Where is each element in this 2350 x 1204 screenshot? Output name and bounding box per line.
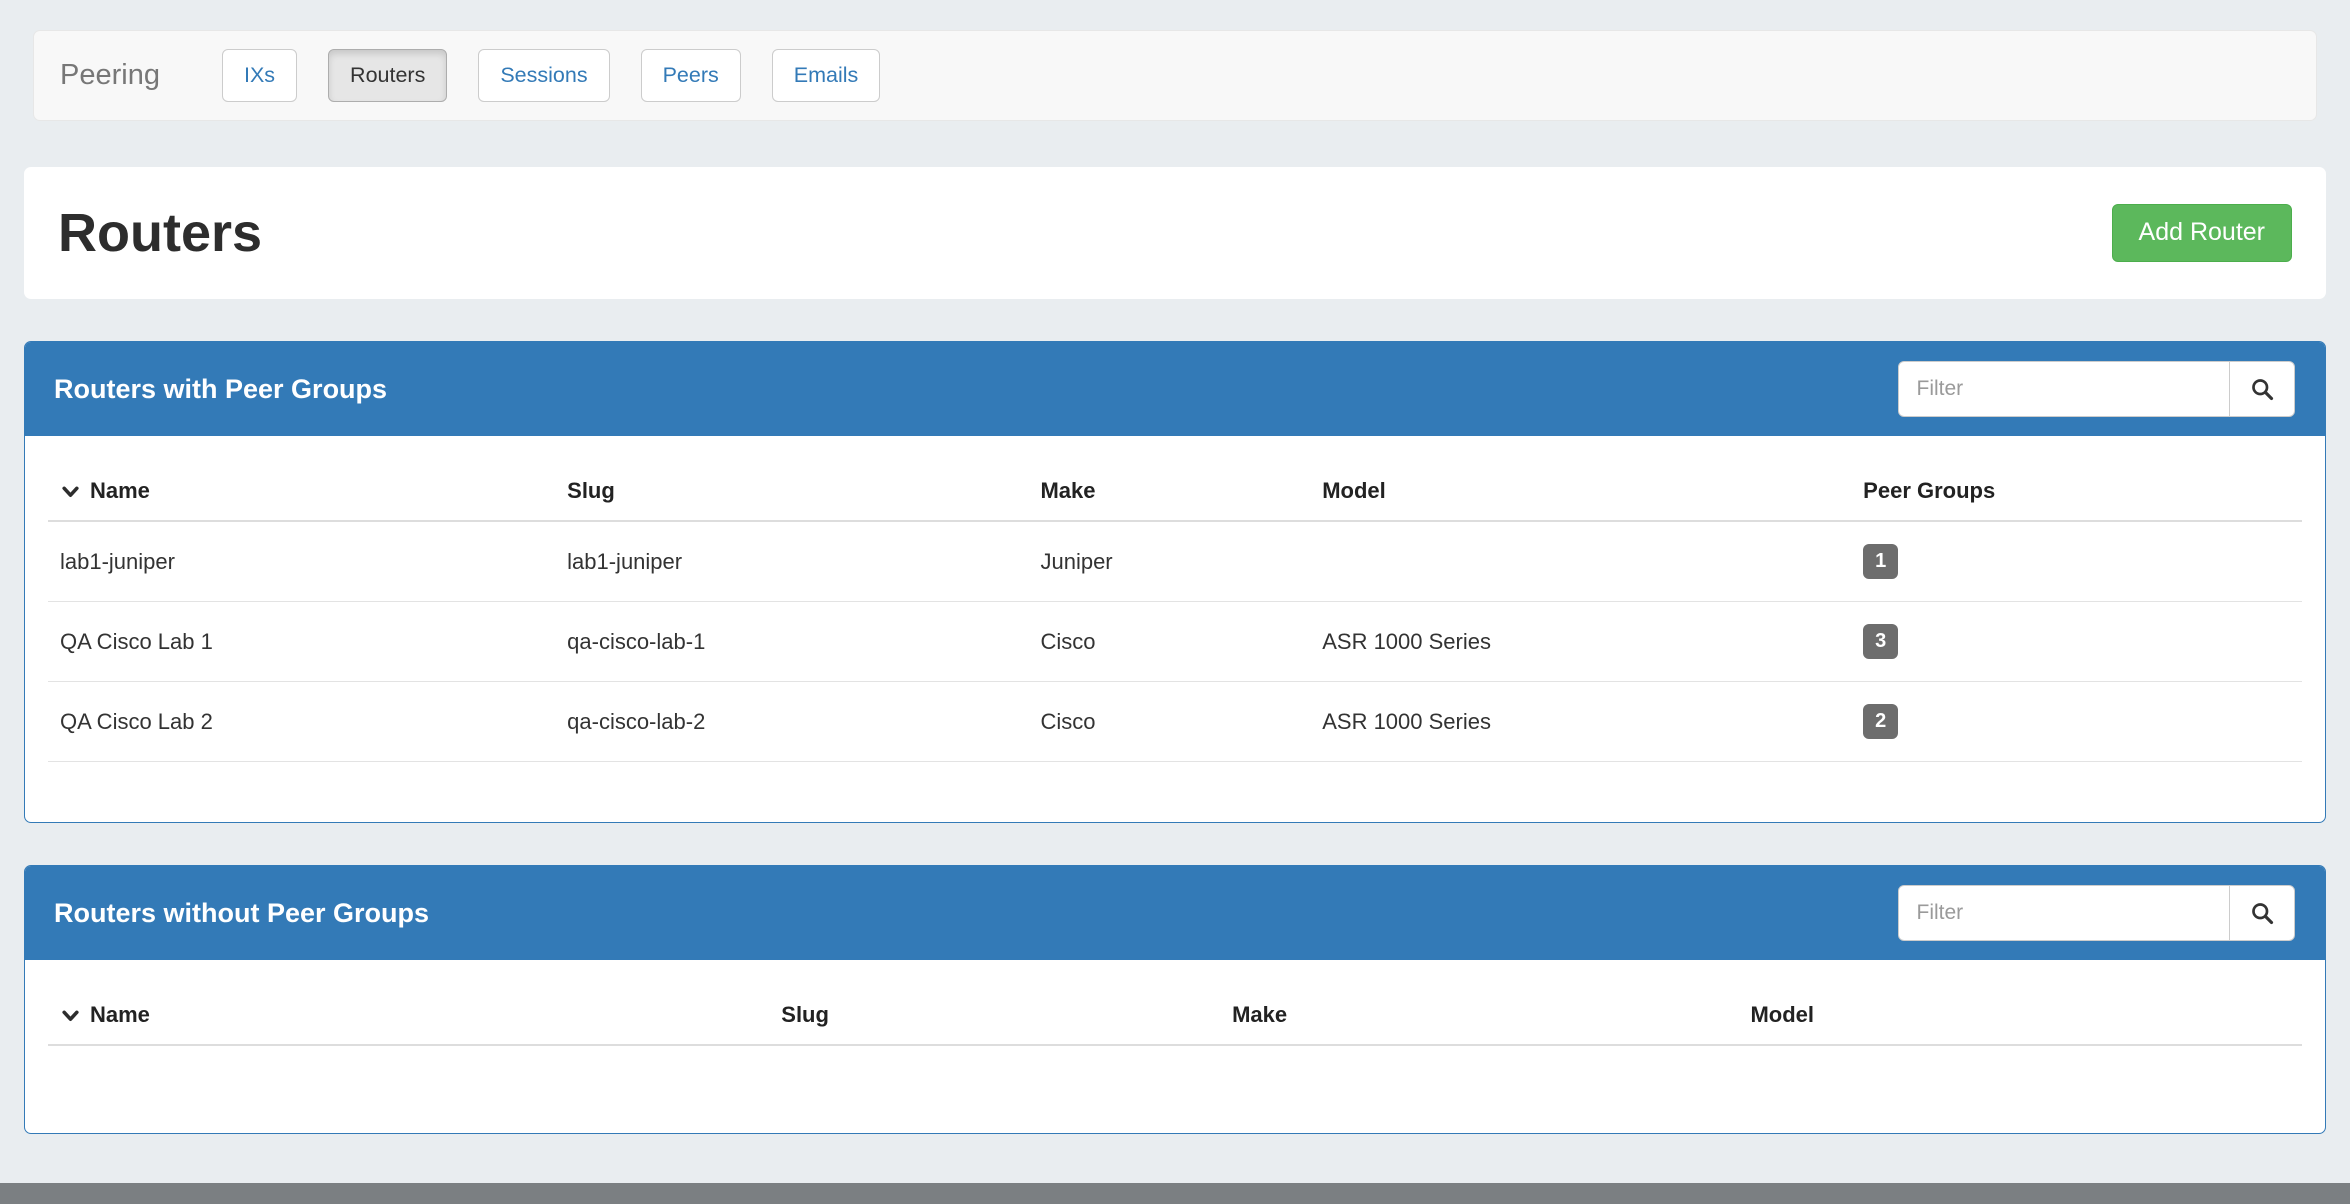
peer-group-count-badge: 3 [1863,624,1898,659]
column-header-label: Name [90,1002,150,1027]
panel-title: Routers with Peer Groups [54,374,387,405]
sort-chevron-down-icon [60,1005,81,1026]
routers-without-peer-groups-table: Name SlugMakeModel [48,986,2302,1073]
navbar-items: IXs Routers Sessions Peers Emails [222,49,911,103]
table-header-row: Name SlugMakeModel [48,986,2302,1045]
sort-chevron-down-icon [60,481,81,502]
column-header-peer-groups[interactable]: Peer Groups [1851,462,2302,521]
add-router-button[interactable]: Add Router [2112,204,2292,262]
cell-model [1310,521,1851,602]
cell-model: ASR 1000 Series [1310,602,1851,682]
cell-slug: qa-cisco-lab-1 [555,602,1028,682]
column-header-make[interactable]: Make [1028,462,1310,521]
screen-bottom-edge [0,1183,2350,1204]
page: Peering IXs Routers Sessions Peers Emails Ro… [0,0,2350,1183]
panel-title: Routers without Peer Groups [54,898,429,929]
cell-make: Juniper [1028,521,1310,602]
main-container: Routers Add Router Routers with Peer Gro… [24,167,2326,1134]
column-header-make[interactable]: Make [1220,986,1738,1045]
nav-item-emails[interactable]: Emails [772,49,881,103]
page-header: Routers Add Router [24,167,2326,299]
search-icon [2249,376,2276,403]
filter-input[interactable] [1898,361,2231,417]
app-brand: Peering [60,59,160,92]
nav-item-routers[interactable]: Routers [328,49,447,103]
page-title: Routers [58,202,262,264]
panel-heading: Routers without Peer Groups [25,866,2325,960]
cell-make: Cisco [1028,682,1310,762]
column-header-name[interactable]: Name [48,462,555,521]
peer-group-count-badge: 1 [1863,544,1898,579]
cell-slug: lab1-juniper [555,521,1028,602]
cell-make: Cisco [1028,602,1310,682]
cell-peer-groups: 2 [1851,682,2302,762]
cell-slug: qa-cisco-lab-2 [555,682,1028,762]
column-header-slug[interactable]: Slug [769,986,1220,1045]
cell-name: QA Cisco Lab 2 [48,682,555,762]
column-header-slug[interactable]: Slug [555,462,1028,521]
nav-item-peers[interactable]: Peers [641,49,741,103]
table-header-row: Name SlugMakeModelPeer Groups [48,462,2302,521]
column-header-name[interactable]: Name [48,986,769,1045]
cell-peer-groups: 3 [1851,602,2302,682]
panel-body: Name SlugMakeModelPeer Groups lab1-junipe… [25,436,2325,822]
filter-input[interactable] [1898,885,2231,941]
panel-heading: Routers with Peer Groups [25,342,2325,436]
empty-table-space [48,1045,2302,1073]
cell-name: QA Cisco Lab 1 [48,602,555,682]
peer-group-count-badge: 2 [1863,704,1898,739]
nav-item-ixs[interactable]: IXs [222,49,297,103]
column-header-label: Name [90,478,150,503]
nav-item-sessions[interactable]: Sessions [478,49,609,103]
cell-name: lab1-juniper [48,521,555,602]
table-row: QA Cisco Lab 2qa-cisco-lab-2CiscoASR 100… [48,682,2302,762]
table-body [48,1045,2302,1073]
table-row: lab1-juniperlab1-juniperJuniper1 [48,521,2302,602]
navbar: Peering IXs Routers Sessions Peers Emails [33,30,2317,121]
column-header-model[interactable]: Model [1738,986,2302,1045]
cell-model: ASR 1000 Series [1310,682,1851,762]
filter-group [1898,885,2296,941]
filter-search-button[interactable] [2229,885,2295,941]
panel-body: Name SlugMakeModel [25,960,2325,1133]
filter-search-button[interactable] [2229,361,2295,417]
routers-with-peer-groups-table: Name SlugMakeModelPeer Groups lab1-junipe… [48,462,2302,762]
column-header-model[interactable]: Model [1310,462,1851,521]
panel-routers-without-peer-groups: Routers without Peer Groups Name SlugMake… [24,865,2326,1134]
filter-group [1898,361,2296,417]
table-body: lab1-juniperlab1-juniperJuniper1QA Cisco… [48,521,2302,762]
panel-routers-with-peer-groups: Routers with Peer Groups Name SlugMakeMod… [24,341,2326,823]
cell-peer-groups: 1 [1851,521,2302,602]
table-row: QA Cisco Lab 1qa-cisco-lab-1CiscoASR 100… [48,602,2302,682]
search-icon [2249,900,2276,927]
